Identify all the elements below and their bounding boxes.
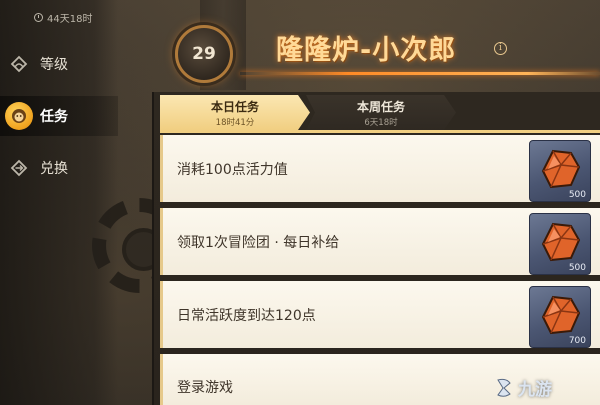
task-row[interactable]: 消耗100点活力值 500 bbox=[160, 135, 600, 202]
monkey-icon bbox=[5, 102, 33, 130]
reward-quantity: 700 bbox=[568, 336, 586, 346]
sidebar-item-exchange[interactable]: 兑换 bbox=[0, 148, 118, 188]
orange-gem-icon bbox=[541, 222, 581, 262]
task-tabs: 本日任务 18时41分 本周任务 6天18时 bbox=[160, 95, 456, 130]
task-label: 领取1次冒险团 · 每日补给 bbox=[177, 234, 340, 251]
tab-label: 本日任务 bbox=[210, 100, 259, 114]
tab-label: 本周任务 bbox=[356, 100, 405, 114]
sidebar-item-tasks[interactable]: 任务 bbox=[0, 96, 118, 136]
tab-underline bbox=[160, 130, 600, 133]
watermark: 九游 bbox=[492, 375, 552, 400]
tab-weekly-tasks[interactable]: 本周任务 6天18时 bbox=[306, 95, 456, 130]
level-number: 29 bbox=[192, 44, 216, 64]
diamond-icon bbox=[8, 53, 30, 75]
orange-gem-icon bbox=[541, 295, 581, 335]
task-label: 登录游戏 bbox=[177, 380, 233, 396]
season-timer-text: 44天18时 bbox=[47, 14, 93, 25]
season-timer: 44天18时 bbox=[34, 10, 92, 25]
info-icon[interactable]: i bbox=[494, 42, 507, 55]
tab-countdown: 6天18时 bbox=[364, 118, 398, 128]
sidebar-item-label: 任务 bbox=[40, 109, 68, 125]
sidebar-item-level[interactable]: 等级 bbox=[0, 44, 118, 84]
sidebar-item-label: 等级 bbox=[40, 57, 68, 73]
page-title: 隆隆炉-小次郎 bbox=[276, 35, 457, 66]
exchange-icon bbox=[8, 157, 30, 179]
watermark-text: 九游 bbox=[518, 380, 552, 400]
tab-daily-tasks[interactable]: 本日任务 18时41分 bbox=[160, 95, 310, 130]
sidebar-item-label: 兑换 bbox=[40, 161, 68, 177]
task-label: 日常活跃度到达120点 bbox=[177, 307, 316, 324]
reward-slot[interactable]: 500 bbox=[529, 140, 591, 202]
nineyou-logo-icon bbox=[497, 378, 511, 397]
reward-slot[interactable]: 500 bbox=[529, 213, 591, 275]
reward-quantity: 500 bbox=[568, 190, 586, 200]
task-label: 消耗100点活力值 bbox=[177, 161, 288, 178]
reward-quantity: 500 bbox=[568, 263, 586, 273]
level-badge: 29 bbox=[175, 25, 233, 83]
clock-icon bbox=[34, 13, 43, 22]
title-underline bbox=[240, 72, 600, 75]
reward-slot[interactable]: 700 bbox=[529, 286, 591, 348]
task-row[interactable]: 日常活跃度到达120点 700 bbox=[160, 281, 600, 348]
task-row[interactable]: 领取1次冒险团 · 每日补给 500 bbox=[160, 208, 600, 275]
tab-countdown: 18时41分 bbox=[215, 118, 255, 128]
orange-gem-icon bbox=[541, 149, 581, 189]
sidebar: 44天18时 等级 任务 兑换 bbox=[0, 0, 118, 405]
